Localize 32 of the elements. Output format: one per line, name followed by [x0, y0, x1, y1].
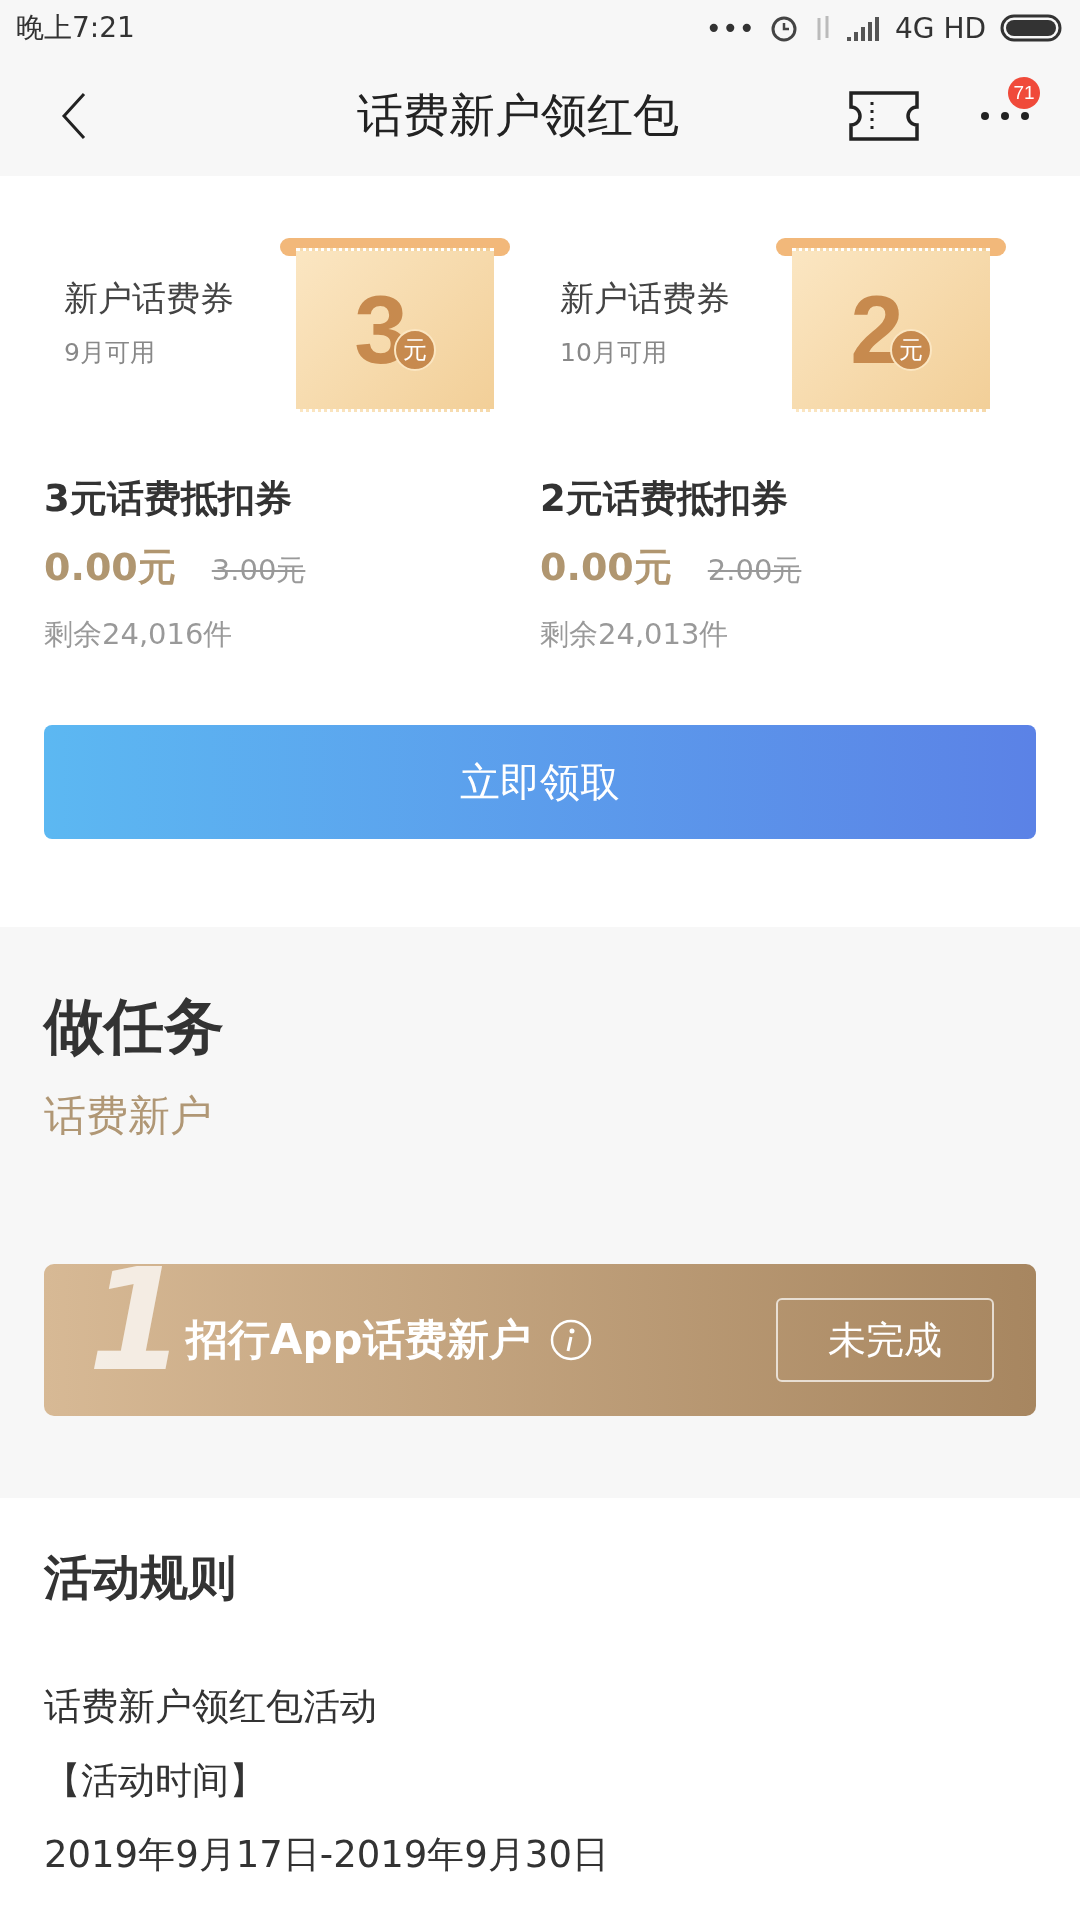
- coupon-name: 3元话费抵扣券: [44, 476, 293, 522]
- task-title: 招行App话费新户: [186, 1314, 531, 1366]
- info-icon[interactable]: [548, 1318, 593, 1362]
- signal-icon: [846, 15, 881, 41]
- task-status-button[interactable]: 未完成: [776, 1298, 994, 1382]
- coupon-price: 0.00元: [540, 544, 672, 591]
- back-icon[interactable]: [60, 92, 88, 140]
- coupon-label: 新户话费券: [560, 277, 731, 320]
- original-price: 3.00元: [211, 552, 306, 589]
- section-subtitle: 话费新户: [44, 1090, 213, 1142]
- network-label: 4G HD: [894, 11, 986, 45]
- ticket-button[interactable]: [848, 90, 920, 142]
- status-time: 晚上7:21: [16, 10, 135, 46]
- section-title: 做任务: [44, 990, 225, 1063]
- task-number: 1: [88, 1264, 176, 1402]
- page-title: 话费新户领红包: [356, 87, 680, 144]
- original-price: 2.00元: [707, 552, 802, 589]
- battery-icon: [1000, 14, 1064, 42]
- coupon-label: 新户话费券: [64, 277, 235, 320]
- coupon-name: 2元话费抵扣券: [540, 476, 789, 522]
- coupon-price: 0.00元: [44, 544, 176, 591]
- rules-title: 活动规则: [44, 1548, 237, 1607]
- remaining-count: 剩余24,013件: [540, 616, 730, 653]
- claim-button[interactable]: 立即领取: [44, 725, 1036, 839]
- coupon-validity: 9月可用: [64, 337, 156, 369]
- rules-text: 【活动时间】: [44, 1758, 267, 1804]
- remaining-count: 剩余24,016件: [44, 616, 234, 653]
- status-dots: •••: [705, 11, 755, 45]
- rules-text: 2019年9月17日-2019年9月30日: [44, 1832, 610, 1878]
- coupon-validity: 10月可用: [560, 337, 668, 369]
- rules-text: 话费新户领红包活动: [44, 1684, 378, 1730]
- notification-badge: 71: [1008, 77, 1040, 109]
